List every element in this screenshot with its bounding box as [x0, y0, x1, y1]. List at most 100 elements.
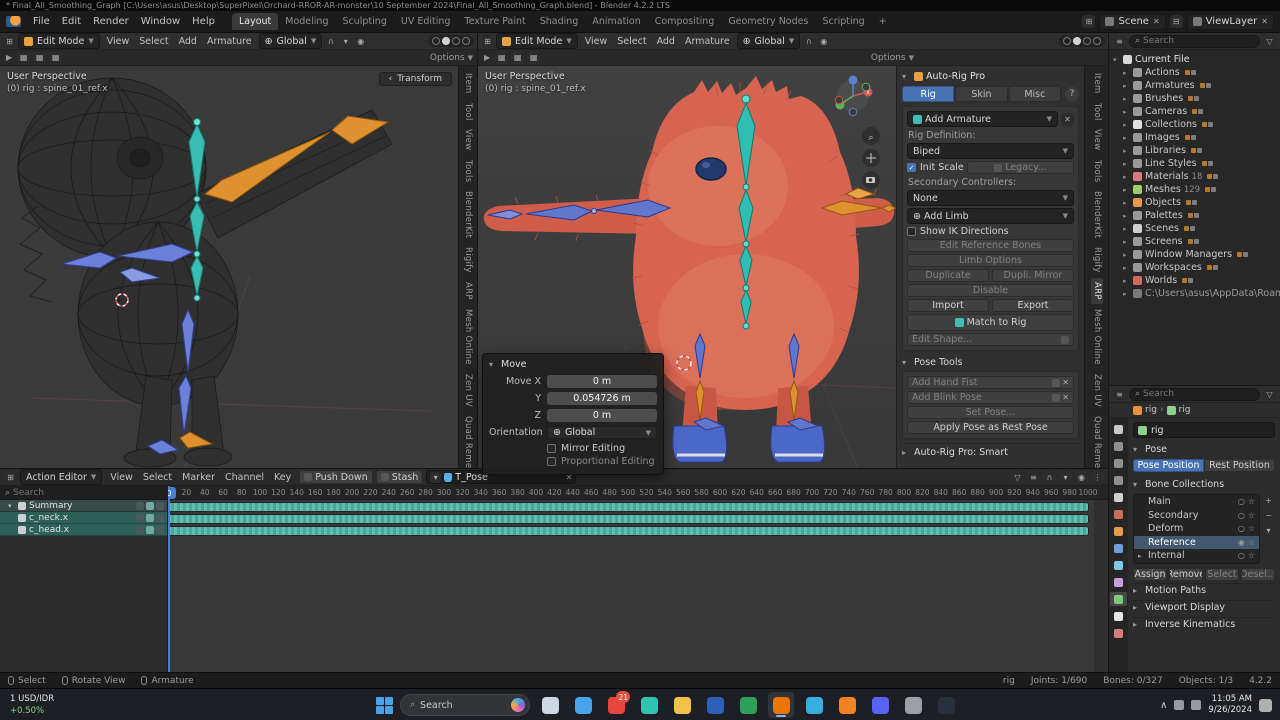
workspace-tab[interactable]: Scripting [815, 13, 871, 30]
viewlayer-grid-icon[interactable]: ⊟ [1170, 15, 1183, 28]
channel-row[interactable]: c_head.x [0, 524, 167, 536]
expand-icon[interactable]: ▸ [1123, 121, 1130, 129]
stash-button[interactable]: Stash [376, 470, 424, 484]
shading-material-icon[interactable] [1083, 37, 1091, 45]
dopesheet-menu-key[interactable]: Key [269, 471, 296, 484]
channel-row[interactable]: ▾Summary [0, 500, 167, 512]
enable-icon[interactable] [146, 502, 154, 510]
properties-tab-render[interactable] [1110, 439, 1127, 453]
workspace-tab[interactable]: Texture Paint [457, 13, 532, 30]
properties-tab-physics[interactable] [1110, 558, 1127, 572]
expand-icon[interactable]: ▸ [1123, 238, 1130, 246]
properties-tab-object-data[interactable] [1110, 592, 1127, 606]
add-limb-dropdown[interactable]: ⊕Add Limb▼ [907, 208, 1074, 224]
dopesheet-menu-select[interactable]: Select [138, 471, 177, 484]
proportional-edit-icon[interactable]: ◉ [817, 35, 830, 48]
lock-icon[interactable] [156, 502, 164, 510]
viewport-menu-view[interactable]: View [102, 35, 135, 48]
panel-header[interactable]: ▾Move [489, 358, 657, 371]
outliner-library-item[interactable]: ▸C:\Users\asus\AppData\Roaming\Blender [1109, 287, 1280, 300]
sidebar-tab[interactable]: View [1091, 125, 1103, 154]
taskbar-task-view[interactable] [537, 692, 563, 718]
expand-icon[interactable]: ▸ [1123, 277, 1130, 285]
secondary-controllers-dropdown[interactable]: None▼ [907, 190, 1074, 206]
workspace-tab[interactable]: + [872, 13, 894, 30]
expand-icon[interactable]: ▸ [1123, 225, 1130, 233]
taskbar-settings[interactable] [900, 692, 926, 718]
sidebar-tab[interactable]: Mesh Online [462, 305, 474, 369]
visibility-icon[interactable]: ○ [1238, 511, 1245, 520]
menubar-menu-file[interactable]: File [27, 14, 56, 29]
expand-icon[interactable]: ▸ [1123, 147, 1130, 155]
proportional-edit-icon[interactable]: ◉ [354, 35, 367, 48]
pose-tools-section-header[interactable]: ▾Pose Tools [902, 355, 1079, 369]
outliner-item[interactable]: ▸Worlds [1109, 274, 1280, 287]
properties-tab-constraints[interactable] [1110, 575, 1127, 589]
properties-tab-world[interactable] [1110, 507, 1127, 521]
taskbar-word[interactable] [702, 692, 728, 718]
enable-icon[interactable] [146, 526, 154, 534]
outliner-item[interactable]: ▸Screens [1109, 235, 1280, 248]
assign-button[interactable]: Assign [1133, 568, 1167, 581]
scene-selector[interactable]: Scene✕ [1099, 14, 1165, 30]
bone-collection-row[interactable]: Reference◉☆ [1134, 536, 1259, 550]
visibility-icon[interactable]: ◉ [1238, 538, 1245, 547]
toolbar-expand-icon[interactable]: ▶ [482, 53, 492, 62]
panel-header[interactable]: ▾Auto-Rig Pro [902, 69, 1079, 84]
sidebar-tab[interactable]: Tool [462, 99, 474, 125]
outliner-item[interactable]: ▸Actions [1109, 66, 1280, 79]
mode-dropdown[interactable]: Edit Mode▼ [18, 33, 100, 49]
search-input[interactable] [13, 488, 162, 498]
viewport-menu-armature[interactable]: Armature [680, 35, 735, 48]
lock-icon[interactable] [156, 526, 164, 534]
add-collection-button[interactable]: + [1262, 494, 1275, 507]
channel-search[interactable]: ⌕ [0, 486, 167, 500]
visibility-icon[interactable]: ○ [1238, 551, 1245, 560]
overflow-menu-icon[interactable]: ⋮ [1091, 471, 1104, 484]
rest-position-button[interactable]: Rest Position [1204, 459, 1275, 472]
shading-wireframe-icon[interactable] [1063, 37, 1071, 45]
keyframe-range[interactable] [168, 503, 1088, 511]
snap-magnet-icon[interactable]: ∩ [1043, 471, 1056, 484]
outliner-item[interactable]: ▸Armatures [1109, 79, 1280, 92]
outliner-search[interactable]: ⌕ [1129, 35, 1260, 48]
outliner-item[interactable]: ▸Workspaces [1109, 261, 1280, 274]
tool-settings-icon[interactable]: ▦ [17, 51, 30, 64]
channel-row[interactable]: c_neck.x [0, 512, 167, 524]
properties-search[interactable]: ⌕ [1129, 388, 1260, 401]
bone-collections-section-header[interactable]: ▾Bone Collections [1133, 477, 1275, 492]
panel-section[interactable]: ▸Viewport Display [1133, 600, 1275, 615]
add-blink-pose-button[interactable]: Add Blink Pose✕ [907, 391, 1074, 404]
properties-tab-tool[interactable] [1110, 422, 1127, 436]
sidebar-tab[interactable]: Zen UV [462, 370, 474, 411]
solo-icon[interactable]: ☆ [1248, 538, 1255, 547]
properties-tab-bone[interactable] [1110, 609, 1127, 623]
snap-options-icon[interactable]: ▾ [339, 35, 352, 48]
viewport-menu-add[interactable]: Add [652, 35, 680, 48]
shading-solid-icon[interactable] [1073, 37, 1081, 45]
outliner-root-item[interactable]: ▾Current File [1109, 53, 1280, 66]
add-armature-dropdown[interactable]: Add Armature▼ [907, 111, 1058, 127]
remove-button[interactable]: Remove [1169, 568, 1203, 581]
screen-layout-icon[interactable]: ⊞ [1082, 15, 1095, 28]
remove-icon[interactable]: ✕ [1062, 378, 1069, 387]
keyframe-range[interactable] [168, 515, 1088, 523]
arp-tab-misc[interactable]: Misc [1009, 86, 1061, 102]
enable-icon[interactable] [146, 514, 154, 522]
expand-icon[interactable]: ▸ [1123, 82, 1130, 90]
outliner-item[interactable]: ▸Images [1109, 131, 1280, 144]
properties-tab-material[interactable] [1110, 626, 1127, 640]
lock-icon[interactable] [156, 514, 164, 522]
outliner-item[interactable]: ▸Brushes [1109, 92, 1280, 105]
search-input[interactable] [1143, 389, 1254, 399]
expand-icon[interactable]: ▸ [1123, 290, 1130, 298]
delete-armature-icon[interactable]: ✕ [1061, 113, 1074, 126]
properties-tab-output[interactable] [1110, 456, 1127, 470]
editor-type-icon[interactable]: ⊞ [3, 35, 16, 48]
viewport-nav-buttons[interactable]: ⌕ [862, 127, 880, 189]
options-dropdown[interactable]: Options▼ [871, 53, 914, 63]
sidebar-tab[interactable]: ARP [462, 278, 474, 304]
expand-icon[interactable]: ▸ [1138, 552, 1145, 560]
bone-collection-row[interactable]: Secondary○☆ [1134, 509, 1259, 523]
pin-icon[interactable] [136, 526, 144, 534]
